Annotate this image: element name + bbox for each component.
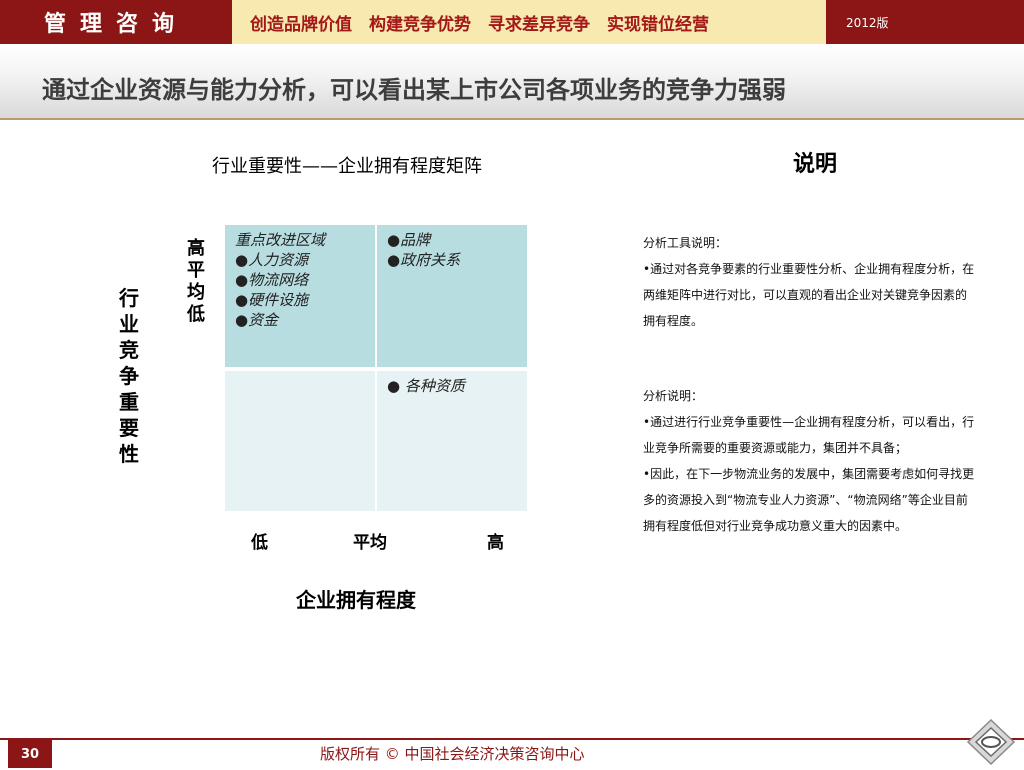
matrix-cell-bottom-left	[225, 371, 375, 511]
analysis-note-text-1: •通过进行行业竞争重要性—企业拥有程度分析，可以看出，行业竞争所需要的重要资源或…	[643, 415, 975, 455]
analysis-note-text-2: •因此，在下一步物流业务的发展中，集团需要考虑如何寻找更多的资源投入到“物流专业…	[643, 467, 975, 533]
y-axis-levels: 高平均低	[187, 238, 205, 325]
tool-note: 分析工具说明： •通过对各竞争要素的行业重要性分析、企业拥有程度分析，在两维矩阵…	[643, 230, 978, 334]
cell-item: ●政府关系	[387, 251, 461, 269]
title-divider	[0, 118, 1024, 120]
page-title: 通过企业资源与能力分析，可以看出某上市公司各项业务的竞争力强弱	[42, 76, 786, 104]
cell-item: ●品牌	[387, 231, 431, 249]
matrix-cell-bottom-right: ● 各种资质	[377, 371, 527, 511]
slogan-banner: 创造品牌价值 构建竞争优势 寻求差异竞争 实现错位经营	[232, 0, 826, 44]
matrix-title: 行业重要性——企业拥有程度矩阵	[212, 156, 482, 177]
explanation-heading: 说明	[793, 152, 838, 177]
footer-divider	[0, 738, 1024, 740]
analysis-note: 分析说明： •通过进行行业竞争重要性—企业拥有程度分析，可以看出，行业竞争所需要…	[643, 383, 978, 539]
matrix-cell-top-left: 重点改进区域 ●人力资源 ●物流网络 ●硬件设施 ●资金	[225, 225, 375, 367]
tool-note-title: 分析工具说明：	[643, 236, 728, 250]
matrix-cell-top-right: ●品牌 ●政府关系	[377, 225, 527, 367]
cell-item: ●硬件设施	[235, 291, 309, 309]
cell-item: ●人力资源	[235, 251, 309, 269]
tool-note-text: •通过对各竞争要素的行业重要性分析、企业拥有程度分析，在两维矩阵中进行对比，可以…	[643, 262, 975, 328]
x-axis-title: 企业拥有程度	[296, 588, 416, 612]
brand-label: 管理咨询	[0, 0, 232, 44]
logo-icon	[966, 718, 1016, 766]
x-tick-average: 平均	[353, 533, 387, 553]
cell-item: ●资金	[235, 311, 279, 329]
edition-label: 2012版	[826, 0, 1024, 44]
x-tick-high: 高	[487, 533, 504, 553]
cell-item: ● 各种资质	[387, 377, 465, 395]
page-number: 30	[8, 740, 52, 768]
cell-item: 重点改进区域	[235, 231, 326, 249]
x-tick-low: 低	[251, 533, 268, 553]
analysis-note-title: 分析说明：	[643, 389, 704, 403]
y-axis-title: 行业竞争重要性	[119, 286, 139, 466]
copyright-text: 版权所有 © 中国社会经济决策咨询中心	[320, 745, 585, 763]
cell-item: ●物流网络	[235, 271, 309, 289]
